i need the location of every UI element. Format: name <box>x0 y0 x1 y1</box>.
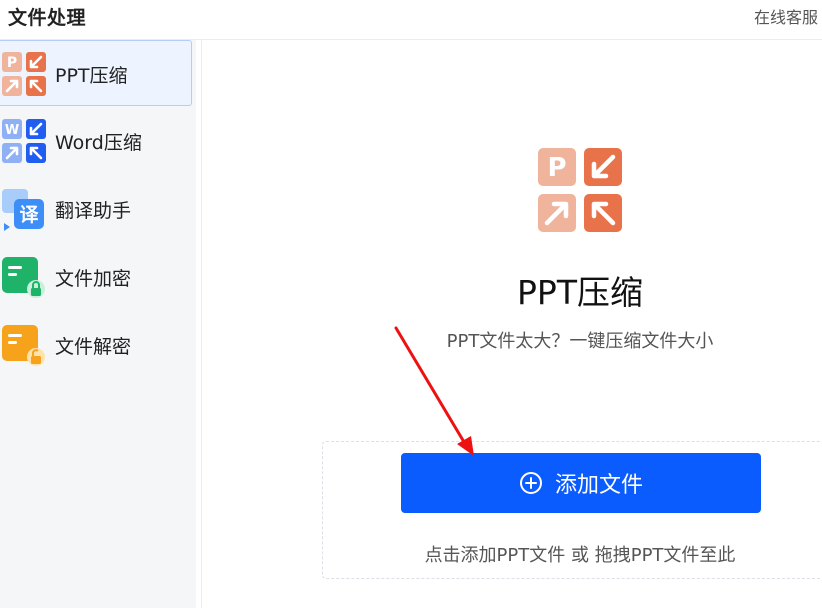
sidebar: P PPT压缩 W Word压缩 译 翻译助手 文件加密 文件解密 <box>0 40 196 608</box>
plus-circle-icon <box>519 472 542 494</box>
page-subtitle: PPT文件太大？一键压缩文件大小 <box>446 331 714 352</box>
sidebar-item-label: 翻译助手 <box>55 200 132 222</box>
svg-text:P: P <box>547 153 566 183</box>
file-encrypt-icon <box>2 257 45 298</box>
page-title: PPT压缩 <box>517 273 643 312</box>
drop-hint-text: 点击添加PPT文件 或 拖拽PPT文件至此 <box>424 545 736 566</box>
app-header: 文件处理 在线客服 <box>0 0 822 40</box>
add-file-button-label: 添加文件 <box>554 473 643 498</box>
online-service-link[interactable]: 在线客服 <box>754 4 818 28</box>
sidebar-item-label: Word压缩 <box>55 132 142 154</box>
sidebar-item-file-decrypt[interactable]: 文件解密 <box>0 312 192 378</box>
main-panel: P PPT压缩 PPT文件太大？一键压缩文件大小 添加文件 点击添加PPT文件 … <box>201 40 822 608</box>
app-title: 文件处理 <box>8 7 87 29</box>
svg-text:译: 译 <box>19 204 39 226</box>
add-file-button[interactable]: 添加文件 <box>401 453 761 513</box>
svg-text:P: P <box>7 55 17 71</box>
sidebar-item-ppt-compress[interactable]: P PPT压缩 <box>0 40 192 106</box>
sidebar-item-label: 文件加密 <box>55 268 132 290</box>
sidebar-item-translate[interactable]: 译 翻译助手 <box>0 176 192 242</box>
sidebar-item-label: PPT压缩 <box>55 65 128 87</box>
translate-icon: 译 <box>2 189 44 231</box>
svg-text:W: W <box>5 123 19 138</box>
ppt-compress-icon: P <box>2 52 46 96</box>
sidebar-item-label: 文件解密 <box>55 336 132 358</box>
ppt-compress-icon: P <box>538 148 622 232</box>
word-compress-icon: W <box>2 119 46 163</box>
sidebar-item-word-compress[interactable]: W Word压缩 <box>0 108 192 174</box>
sidebar-item-file-encrypt[interactable]: 文件加密 <box>0 244 192 310</box>
file-decrypt-icon <box>2 325 45 366</box>
